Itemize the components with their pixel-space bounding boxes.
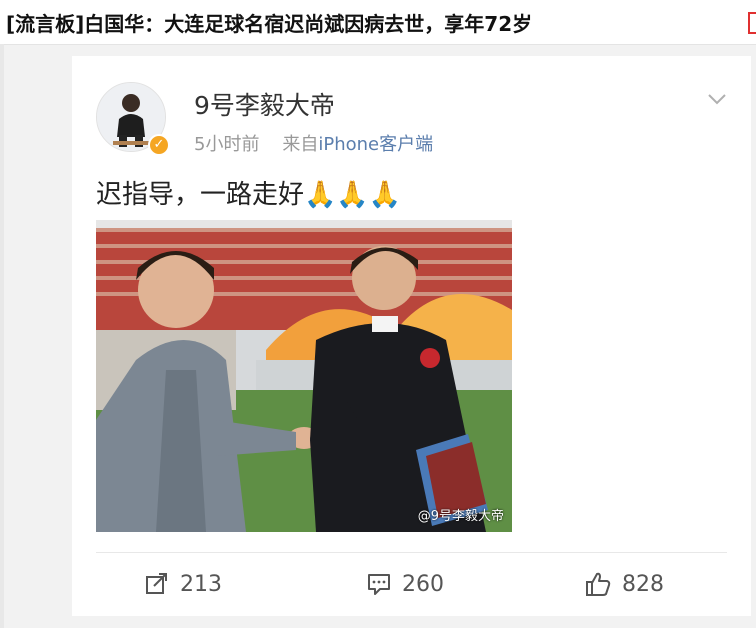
actions-divider bbox=[96, 552, 727, 553]
headline-title[interactable]: [流言板]白国华：大连足球名宿迟尚斌因病去世，享年72岁 bbox=[6, 8, 532, 37]
weibo-post-card: ✓ 9号李毅大帝 5小时前 来自iPhone客户端 迟指导，一路走好🙏🙏🙏 @9… bbox=[72, 56, 751, 616]
source-prefix: 来自 bbox=[282, 134, 319, 155]
post-source-link[interactable]: iPhone客户端 bbox=[318, 134, 433, 155]
repost-icon bbox=[146, 573, 167, 594]
post-meta: 5小时前 来自iPhone客户端 bbox=[194, 130, 433, 156]
post-image[interactable]: @9号李毅大帝 bbox=[96, 220, 512, 532]
username[interactable]: 9号李毅大帝 bbox=[194, 86, 335, 122]
comment-count: 260 bbox=[402, 571, 444, 597]
headline-bar: [流言板]白国华：大连足球名宿迟尚斌因病去世，享年72岁 bbox=[0, 0, 756, 45]
comment-icon bbox=[368, 574, 390, 595]
corner-tab[interactable] bbox=[748, 12, 756, 34]
image-watermark: @9号李毅大帝 bbox=[417, 509, 504, 524]
chevron-down-icon[interactable] bbox=[707, 92, 727, 106]
praying-hands-emoji: 🙏🙏🙏 bbox=[304, 180, 402, 210]
left-divider bbox=[0, 44, 4, 628]
comment-button[interactable]: 260 bbox=[366, 564, 444, 604]
repost-button[interactable]: 213 bbox=[144, 564, 222, 604]
repost-count: 213 bbox=[180, 571, 222, 597]
like-count: 828 bbox=[622, 571, 664, 597]
post-text: 迟指导，一路走好🙏🙏🙏 bbox=[96, 174, 401, 211]
post-text-body: 迟指导，一路走好 bbox=[96, 180, 305, 210]
handshake-photo bbox=[96, 220, 512, 532]
like-button[interactable]: 828 bbox=[584, 564, 664, 604]
post-time[interactable]: 5小时前 bbox=[194, 134, 259, 155]
verified-badge-icon: ✓ bbox=[148, 134, 170, 156]
thumbs-up-icon bbox=[586, 572, 611, 596]
